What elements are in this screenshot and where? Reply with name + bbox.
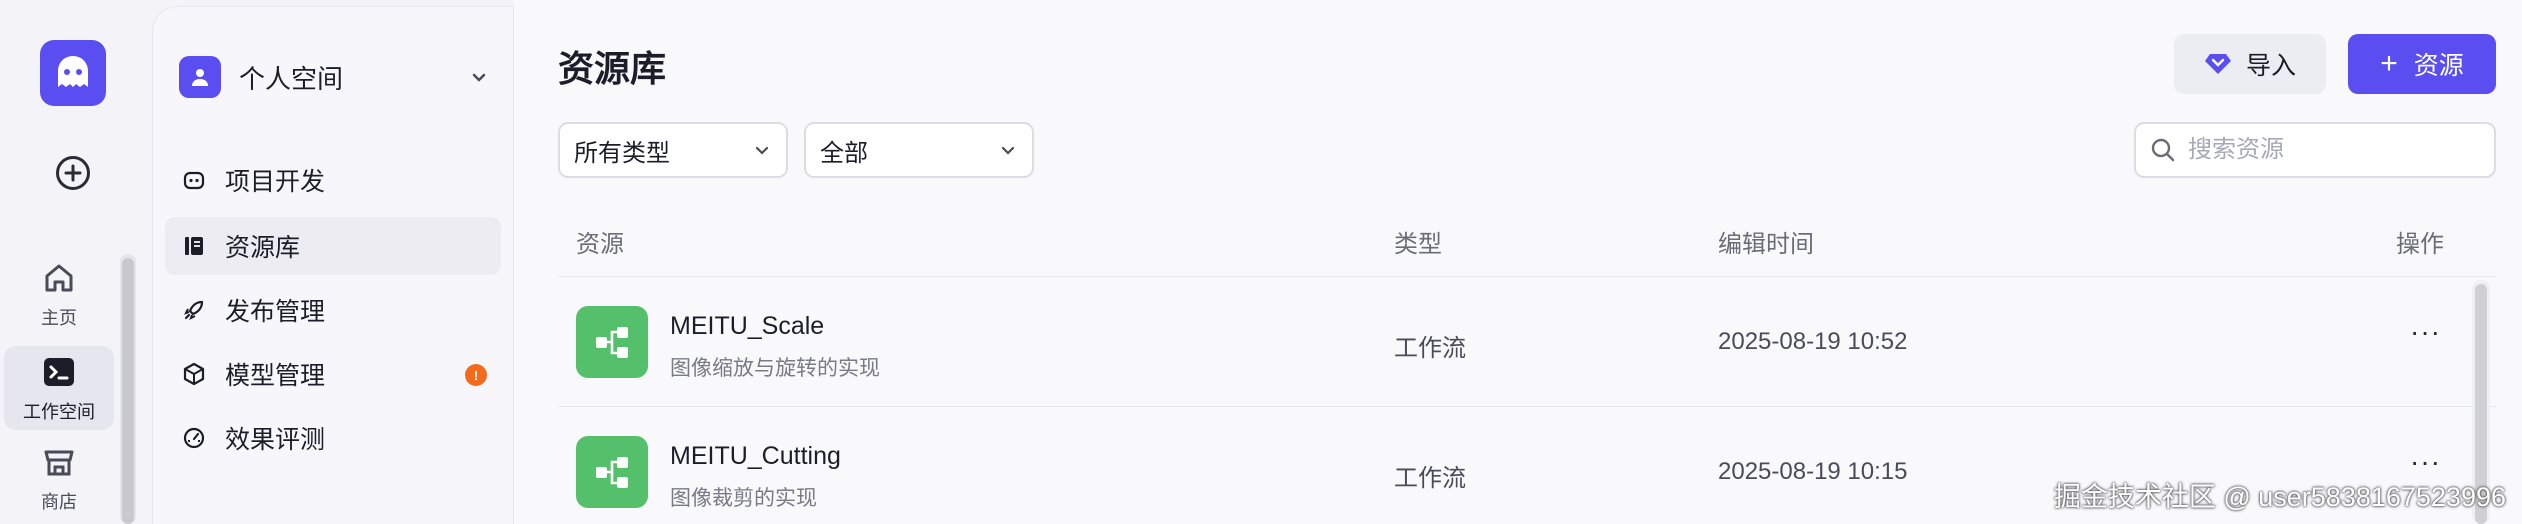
- rail-item-home[interactable]: 主页: [4, 252, 114, 336]
- user-avatar-icon: [179, 56, 221, 98]
- space-name: 个人空间: [239, 63, 344, 94]
- column-header-type: 类型: [1394, 231, 1442, 258]
- rail-item-label: 商店: [41, 492, 77, 512]
- rail-item-label: 工作空间: [23, 402, 95, 422]
- scope-filter-select[interactable]: 全部: [804, 122, 1034, 178]
- resource-edited-time: 2025-08-19 10:15: [1718, 458, 1908, 485]
- sidebar-item-label: 项目开发: [225, 168, 326, 196]
- rail-scrollbar[interactable]: [120, 254, 136, 524]
- header-divider: [558, 276, 2496, 277]
- space-switcher[interactable]: 个人空间: [179, 51, 489, 103]
- main-content: 资源库 导入 + 资源 所有类型 全部 资源 类型 编辑时间 操作 MEITU_…: [514, 0, 2522, 524]
- chevron-down-icon: [472, 73, 486, 82]
- sidebar-item-projects[interactable]: 项目开发: [165, 151, 501, 209]
- app-rail: 主页 工作空间 商店: [0, 0, 152, 524]
- library-icon: [181, 233, 207, 259]
- table-row[interactable]: MEITU_Scale 图像缩放与旋转的实现 工作流 2025-08-19 10…: [558, 278, 2478, 406]
- workflow-icon: [576, 306, 648, 378]
- resource-type: 工作流: [1394, 335, 1466, 362]
- resource-name[interactable]: MEITU_Cutting: [670, 442, 841, 471]
- sidebar-item-label: 模型管理: [225, 362, 326, 390]
- column-header-actions: 操作: [2396, 231, 2444, 258]
- ghost-logo-icon: [58, 56, 88, 87]
- diamond-icon: [2204, 52, 2232, 76]
- watermark-text: 掘金技术社区 @ user5838167523996: [2053, 482, 2506, 512]
- sidebar-item-publish[interactable]: 发布管理: [165, 281, 501, 339]
- add-resource-button[interactable]: + 资源: [2348, 34, 2496, 94]
- type-filter-value: 所有类型: [574, 139, 670, 167]
- cube-icon: [181, 361, 207, 387]
- workflow-icon: [576, 436, 648, 508]
- import-label: 导入: [2245, 52, 2296, 80]
- bot-icon: [181, 167, 207, 193]
- rail-item-label: 主页: [41, 308, 77, 328]
- create-icon[interactable]: [56, 156, 90, 190]
- resource-description: 图像缩放与旋转的实现: [670, 357, 880, 380]
- page-title: 资源库: [558, 48, 667, 89]
- import-button[interactable]: 导入: [2174, 34, 2326, 94]
- rocket-icon: [181, 297, 207, 323]
- more-actions-icon[interactable]: ···: [2410, 446, 2441, 478]
- scope-filter-value: 全部: [820, 139, 868, 167]
- store-icon: [39, 442, 79, 482]
- sidebar-item-label: 资源库: [225, 234, 301, 262]
- rail-item-store[interactable]: 商店: [4, 436, 114, 520]
- row-divider: [558, 406, 2496, 407]
- search-icon: [2151, 138, 2175, 162]
- resource-description: 图像裁剪的实现: [670, 487, 817, 510]
- resource-edited-time: 2025-08-19 10:52: [1718, 328, 1908, 355]
- sidebar-item-library[interactable]: 资源库: [165, 217, 501, 275]
- chevron-down-icon: [1001, 146, 1015, 155]
- chevron-down-icon: [755, 146, 769, 155]
- search-input[interactable]: [2188, 136, 2478, 164]
- sidebar-item-models[interactable]: 模型管理 !: [165, 345, 501, 403]
- workspace-sidebar: 个人空间 项目开发 资源库 发布管理 模型管理 ! 效果评测: [152, 6, 514, 524]
- search-box: [2134, 122, 2496, 178]
- terminal-icon: [39, 352, 79, 392]
- app-logo[interactable]: [40, 40, 106, 106]
- plus-icon: +: [2380, 47, 2398, 80]
- sidebar-item-label: 效果评测: [225, 426, 326, 454]
- gauge-icon: [181, 425, 207, 451]
- resource-type: 工作流: [1394, 465, 1466, 492]
- more-actions-icon[interactable]: ···: [2410, 316, 2441, 348]
- sidebar-item-label: 发布管理: [225, 298, 326, 326]
- column-header-resource: 资源: [576, 231, 624, 258]
- add-resource-label: 资源: [2413, 52, 2464, 80]
- column-header-edited: 编辑时间: [1718, 231, 1814, 258]
- resource-name[interactable]: MEITU_Scale: [670, 312, 824, 341]
- rail-item-workspace[interactable]: 工作空间: [4, 346, 114, 430]
- type-filter-select[interactable]: 所有类型: [558, 122, 788, 178]
- sidebar-item-evaluation[interactable]: 效果评测: [165, 409, 501, 467]
- notification-badge: !: [465, 364, 487, 386]
- home-icon: [39, 258, 79, 298]
